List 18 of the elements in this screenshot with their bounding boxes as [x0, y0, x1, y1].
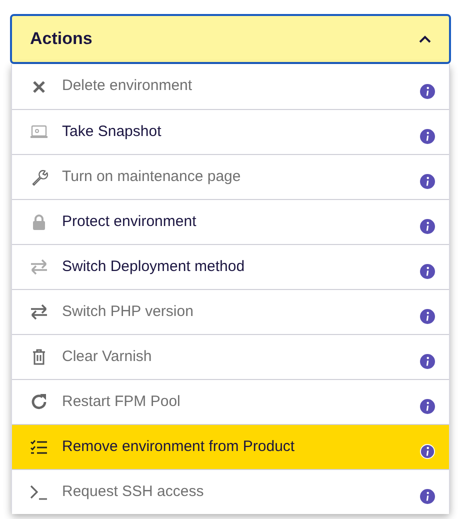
- chevron-icon: [419, 35, 431, 43]
- restart-icon: [30, 393, 48, 411]
- wrench-icon: [30, 168, 48, 186]
- checklist-icon: [30, 438, 48, 456]
- info-icon[interactable]: [420, 129, 435, 144]
- menu-item[interactable]: Remove environment from Product: [12, 424, 449, 469]
- menu-item[interactable]: Switch Deployment method: [12, 244, 449, 289]
- trash-icon: [30, 348, 48, 366]
- terminal-icon: [30, 483, 48, 501]
- swap-icon: [30, 303, 48, 321]
- info-icon[interactable]: [420, 264, 435, 279]
- menu-item[interactable]: Take Snapshot: [12, 109, 449, 154]
- actions-dropdown[interactable]: Actions: [10, 14, 451, 64]
- swap-icon: [30, 258, 48, 276]
- snapshot-icon: [30, 123, 48, 141]
- lock-icon: [30, 213, 48, 231]
- menu-item[interactable]: Protect environment: [12, 199, 449, 244]
- info-icon[interactable]: [420, 219, 435, 234]
